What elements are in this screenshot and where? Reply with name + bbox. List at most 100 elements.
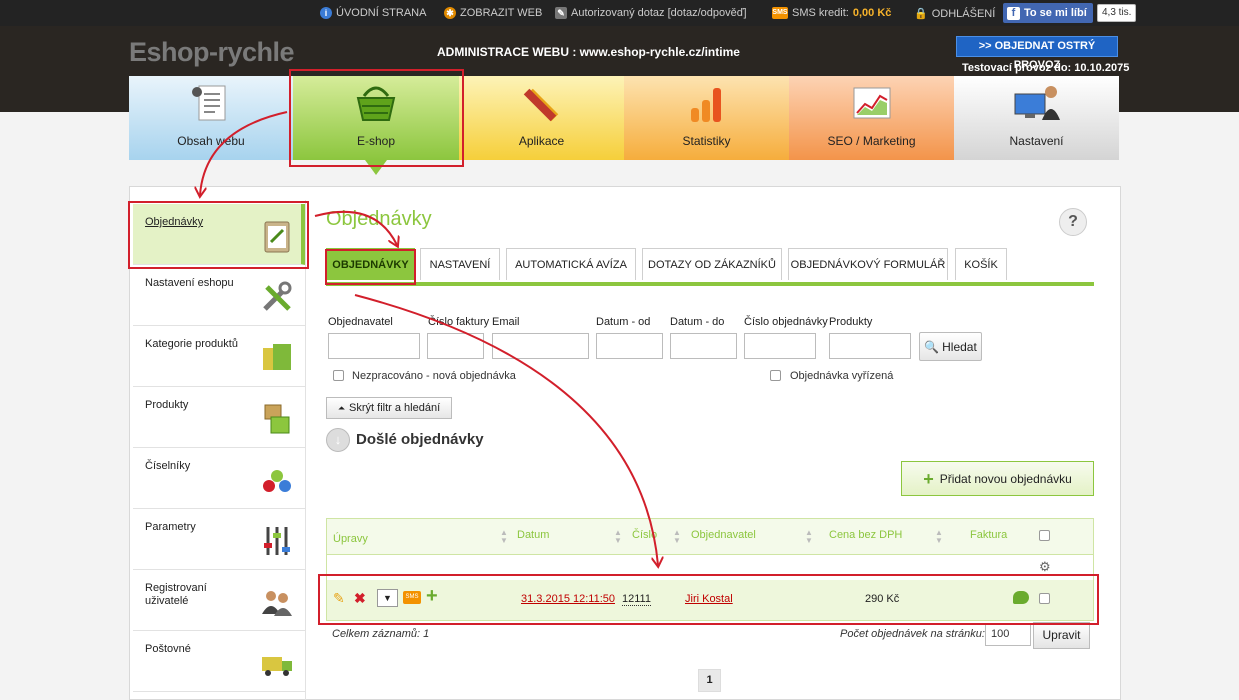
logout-link[interactable]: 🔒 ODHLÁŠENÍ — [914, 7, 995, 21]
col-cena[interactable]: Cena bez DPH — [829, 529, 902, 541]
orders-section-title: Došlé objednávky — [356, 431, 484, 448]
tab-automaticka-aviza[interactable]: AUTOMATICKÁ AVÍZA — [506, 248, 636, 280]
sort-cena-icon[interactable]: ▲ ▼ — [935, 529, 943, 545]
nav-tile-aplikace[interactable]: Aplikace — [459, 76, 624, 160]
query-link[interactable]: ✎ Autorizovaný dotaz [dotaz/odpověď] — [555, 7, 747, 19]
col-faktura: Faktura — [970, 529, 1008, 541]
sidebar-divider — [305, 200, 306, 700]
page-title: Objednávky — [326, 208, 432, 230]
processed-label: Objednávka vyřízená — [790, 370, 894, 382]
status-dropdown[interactable]: ▼ — [377, 589, 398, 607]
sms-send-icon[interactable]: SMS — [403, 591, 421, 604]
sort-upravy-icon[interactable]: ▲ ▼ — [500, 529, 508, 545]
datum-od-input[interactable] — [596, 333, 663, 359]
fb-like-count: 4,3 tis. — [1097, 4, 1137, 22]
search-button[interactable]: 🔍 Hledat — [919, 332, 982, 361]
arrow-down-icon[interactable]: ↓ — [326, 428, 350, 452]
nav-tile-statistiky[interactable]: Statistiky — [624, 76, 789, 160]
top-bar: i ÚVODNÍ STRANA ✱ ZOBRAZIT WEB ✎ Autoriz… — [0, 0, 1239, 26]
sidebar-item-postovne[interactable]: Poštovné — [133, 631, 305, 692]
sidebar-item-parametry[interactable]: Parametry — [133, 509, 305, 570]
sidebar-item-label: Poštovné — [145, 643, 191, 655]
view-web-link[interactable]: ✱ ZOBRAZIT WEB — [444, 7, 542, 19]
document-list-icon — [192, 85, 226, 121]
sidebar-item-label: Objednávky — [145, 216, 204, 228]
email-input[interactable] — [492, 333, 589, 359]
bar-chart-icon — [690, 88, 721, 122]
sidebar-item-nastaveni-eshopu[interactable]: Nastavení eshopu — [133, 265, 305, 326]
help-icon[interactable]: ? — [1059, 208, 1087, 236]
fb-like-label: To se mi líbí — [1024, 7, 1087, 19]
fb-like-button[interactable]: f To se mi líbí — [1003, 3, 1093, 23]
nav-tile-nastaveni[interactable]: Nastavení — [954, 76, 1119, 160]
objednavatel-input[interactable] — [328, 333, 420, 359]
sort-cislo-icon[interactable]: ▲ ▼ — [673, 529, 681, 545]
sidebar-item-label: Parametry — [145, 521, 196, 533]
filter-label-datum-od: Datum - od — [596, 316, 651, 328]
col-cislo[interactable]: Číslo — [632, 529, 657, 541]
add-order-button[interactable]: + Přidat novou objednávku — [901, 461, 1094, 496]
filter-label-produkty: Produkty — [829, 316, 873, 328]
select-all-checkbox[interactable] — [1039, 530, 1050, 541]
order-live-button[interactable]: >> OBJEDNAT OSTRÝ PROVOZ — [956, 36, 1118, 71]
cislo-objednavky-input[interactable] — [744, 333, 816, 359]
pagination-page[interactable]: 1 — [698, 669, 721, 692]
sidebar-item-ciselniky[interactable]: Číselníky — [133, 448, 305, 509]
filter-label-cislo-objednavky: Číslo objednávky — [744, 316, 828, 328]
datum-do-input[interactable] — [670, 333, 737, 359]
filter-label-email: Email — [492, 316, 520, 328]
lock-icon: 🔒 — [914, 8, 928, 20]
tab-objednavkovy-formular[interactable]: OBJEDNÁVKOVÝ FORMULÁŘ — [788, 248, 948, 280]
delete-icon[interactable]: ✖ — [354, 590, 366, 607]
cislo-faktury-input[interactable] — [427, 333, 484, 359]
nav-tile-obsah-webu[interactable]: Obsah webu — [129, 76, 293, 160]
nav-tile-seo-marketing[interactable]: SEO / Marketing — [789, 76, 954, 160]
produkty-input[interactable] — [829, 333, 911, 359]
sidebar-item-objednavky[interactable]: Objednávky — [133, 204, 305, 265]
plus-icon: + — [923, 468, 934, 489]
nav-tile-eshop[interactable]: E-shop — [293, 76, 459, 160]
tab-objednavky[interactable]: OBJEDNÁVKY — [326, 248, 415, 280]
add-item-plus-icon[interactable]: + — [426, 585, 438, 608]
magnifier-icon: 🔍 — [924, 339, 940, 354]
table-header: Úpravy ▲ ▼ Datum ▲ ▼ Číslo ▲ ▼ Objednavatel… — [327, 519, 1093, 555]
row-checkbox[interactable] — [1039, 593, 1050, 604]
customer-link[interactable]: Jiri Kostal — [685, 593, 733, 605]
orders-table: Úpravy ▲ ▼ Datum ▲ ▼ Číslo ▲ ▼ Objednavatel… — [326, 518, 1094, 621]
home-link[interactable]: i ÚVODNÍ STRANA — [320, 7, 426, 19]
basket-icon — [356, 86, 396, 121]
hide-filter-button[interactable]: ⏶ Skrýt filtr a hledání — [326, 397, 452, 419]
apply-per-page-button[interactable]: Upravit — [1033, 622, 1090, 649]
truck-icon — [262, 657, 292, 676]
person-computer-icon — [1014, 86, 1060, 120]
admin-title: ADMINISTRACE WEBU : www.eshop-rychle.cz/… — [437, 45, 740, 59]
order-date-link[interactable]: 31.3.2015 12:11:50 — [521, 593, 615, 605]
hide-filter-label: Skrýt filtr a hledání — [349, 402, 441, 414]
unprocessed-checkbox[interactable] — [333, 370, 344, 381]
processed-checkbox[interactable] — [770, 370, 781, 381]
tab-kosik[interactable]: KOŠÍK — [955, 248, 1007, 280]
sms-credit-value: 0,00 Kč — [852, 7, 892, 19]
add-order-label: Přidat novou objednávku — [939, 471, 1072, 486]
filter-label-datum-do: Datum - do — [670, 316, 725, 328]
per-page-input[interactable]: 100 — [985, 623, 1031, 646]
test-run-text: Testovací provoz do: 10.10.2075 — [962, 62, 1130, 74]
tabs-underline — [326, 282, 1094, 286]
col-objednavatel[interactable]: Objednavatel — [691, 529, 756, 541]
invoice-icon[interactable] — [1013, 591, 1029, 604]
col-datum[interactable]: Datum — [517, 529, 549, 541]
order-number: 12111 — [622, 593, 651, 606]
unprocessed-label: Nezpracováno - nová objednávka — [352, 370, 516, 382]
edit-pencil-icon[interactable]: ✎ — [333, 590, 345, 607]
sidebar-item-registrovani-uzivatele[interactable]: Registrovaní uživatelé — [133, 570, 305, 631]
sidebar-item-kategorie-produktu[interactable]: Kategorie produktů — [133, 326, 305, 387]
tab-nastaveni[interactable]: NASTAVENÍ — [420, 248, 500, 280]
sort-objednavatel-icon[interactable]: ▲ ▼ — [805, 529, 813, 545]
tab-dotazy[interactable]: DOTAZY OD ZÁKAZNÍKŮ — [642, 248, 782, 280]
sort-datum-icon[interactable]: ▲ ▼ — [614, 529, 622, 545]
gear-icon[interactable]: ⚙ — [1039, 559, 1051, 575]
table-row: ✎ ✖ ▼ SMS + 31.3.2015 12:11:50 12111 Jir… — [327, 580, 1093, 620]
sidebar-item-produkty[interactable]: Produkty — [133, 387, 305, 448]
filter-label-cislo-faktury: Číslo faktury — [428, 316, 490, 328]
nav-tile-label: Obsah webu — [177, 134, 245, 148]
